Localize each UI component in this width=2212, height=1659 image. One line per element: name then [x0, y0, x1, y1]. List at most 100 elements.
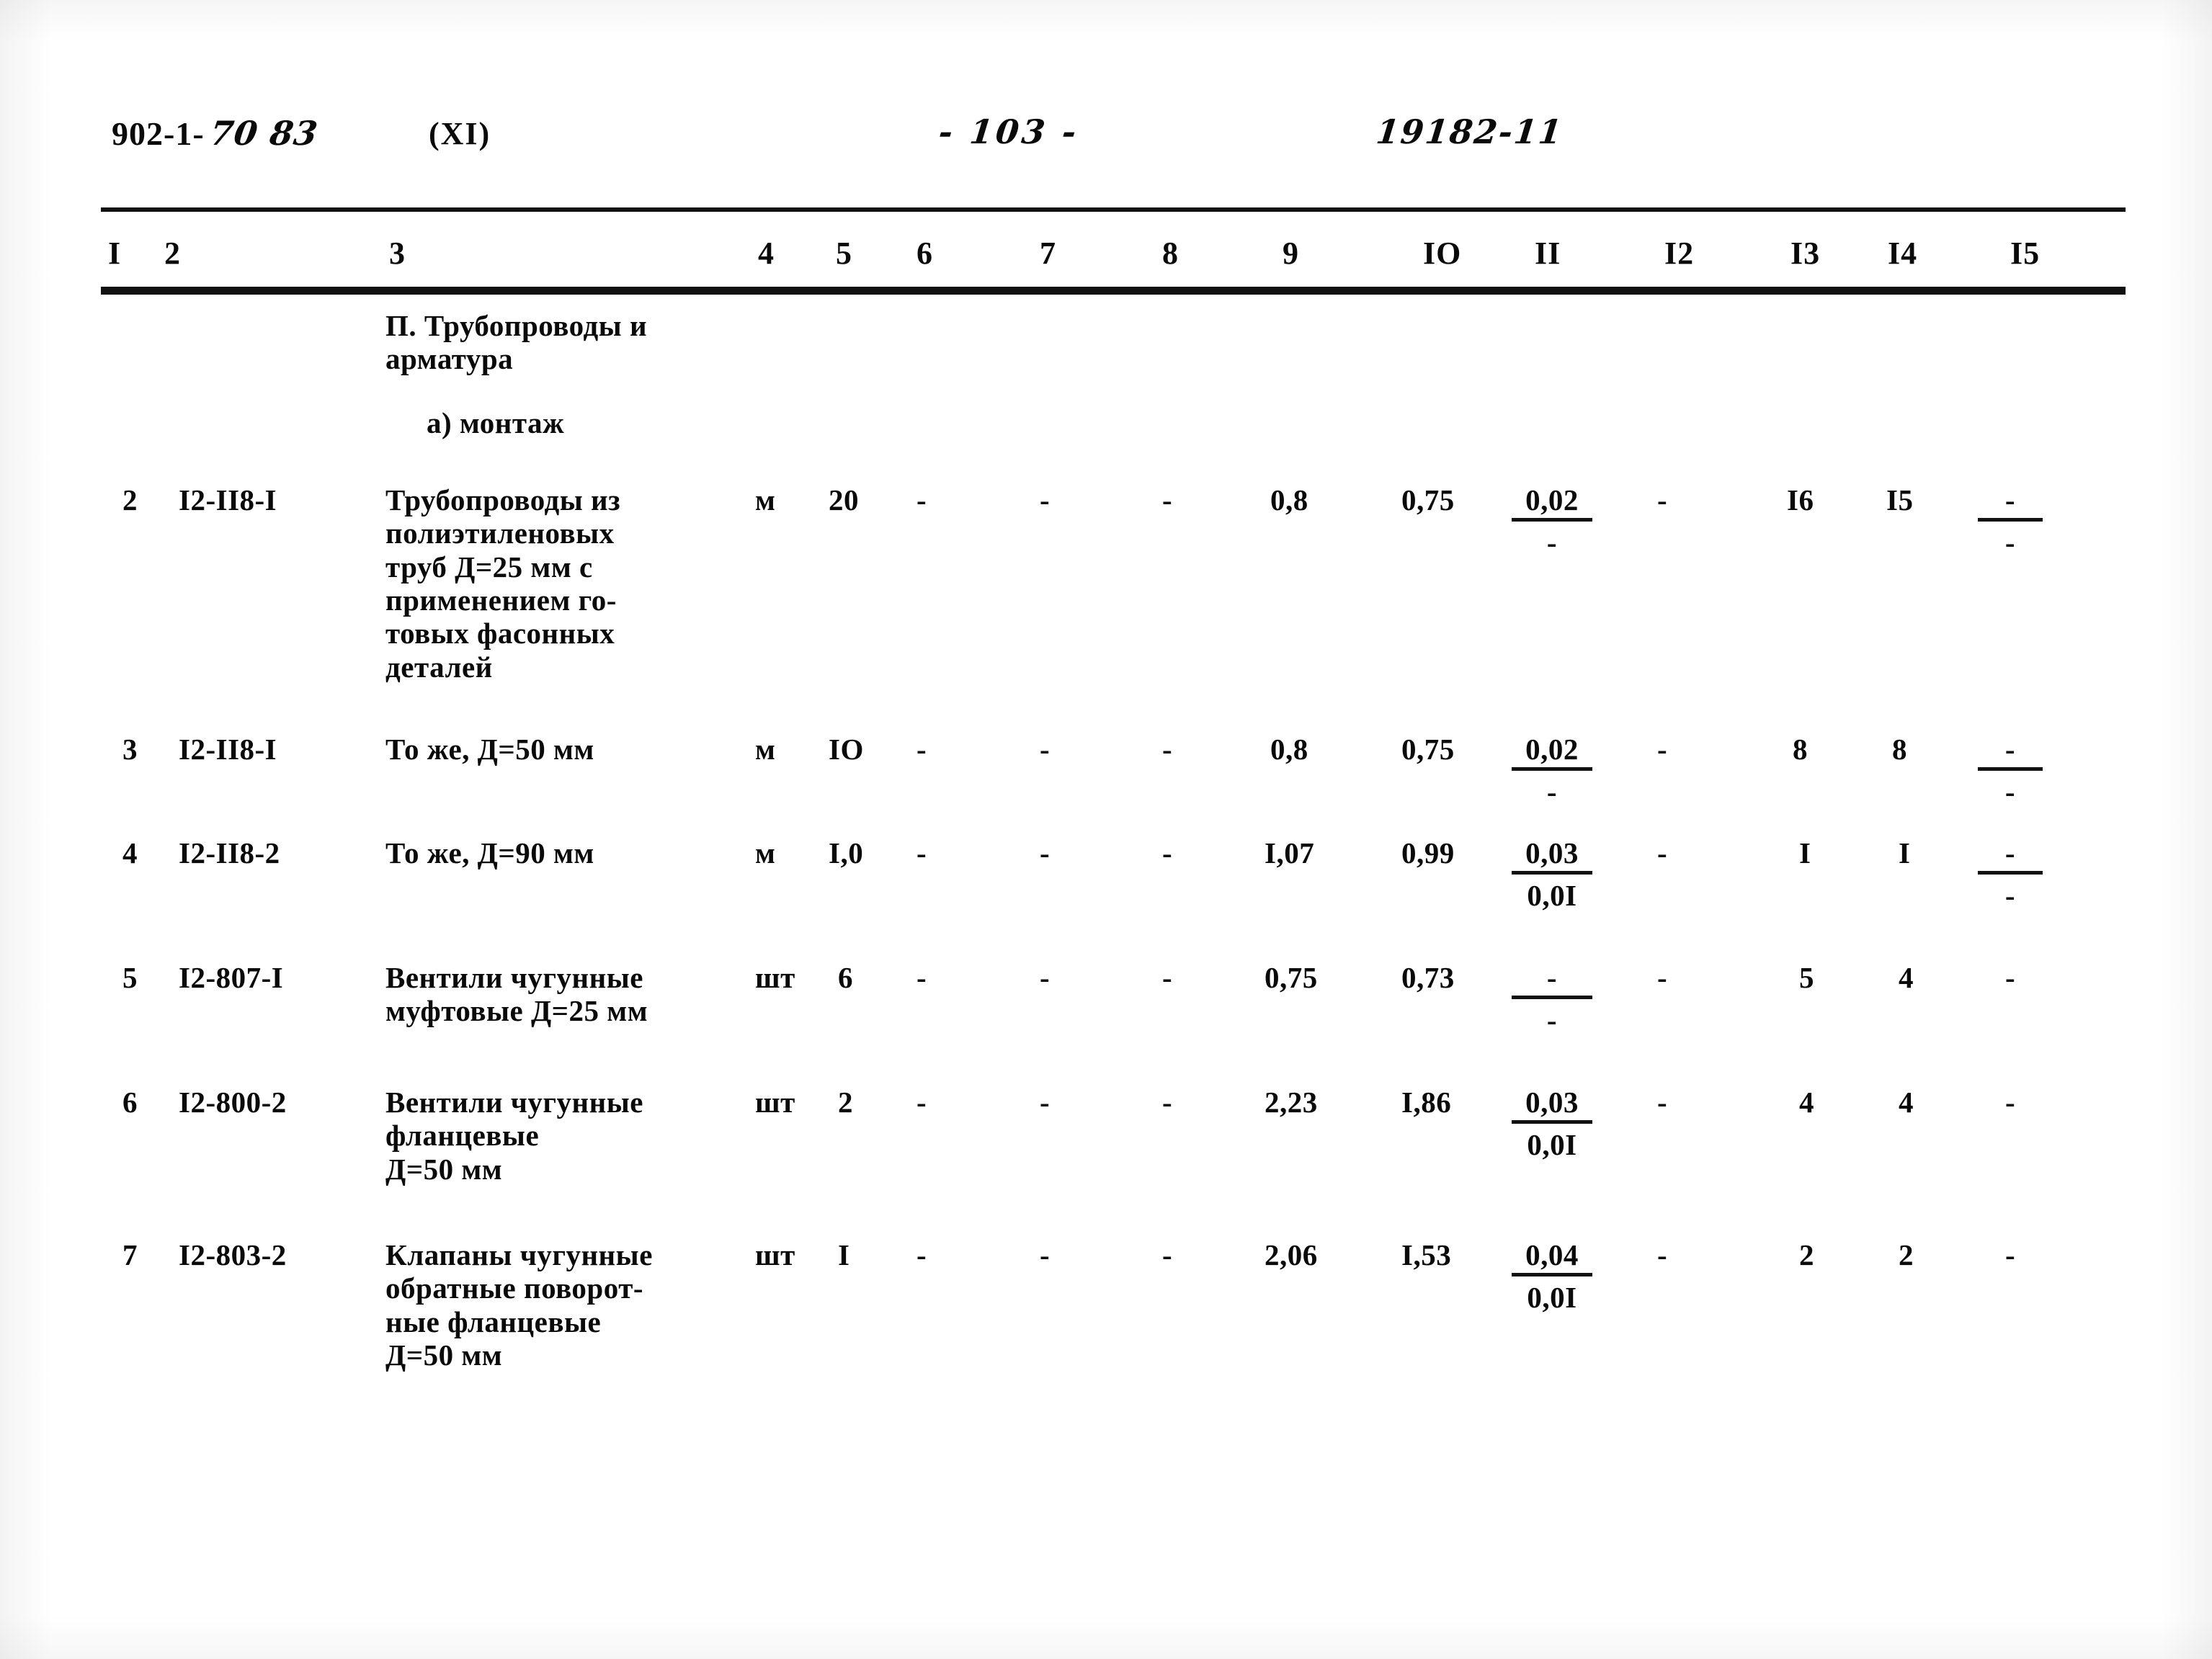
row-col13: I6: [1787, 483, 1814, 517]
row-col7: -: [1040, 483, 1050, 517]
row-col12: -: [1657, 836, 1667, 869]
row-col8: -: [1162, 733, 1172, 766]
row-col15-denominator: -: [2004, 879, 2016, 913]
column-number-8: 8: [1162, 236, 1179, 271]
row-col15: -: [2005, 961, 2015, 994]
row-col9: 2,23: [1265, 1086, 1318, 1119]
column-number-15: I5: [2010, 236, 2041, 271]
row-unit: м: [755, 836, 776, 869]
row-col9: 0,75: [1265, 961, 1318, 994]
row-col14: 8: [1892, 733, 1907, 766]
row-col15: - -: [1978, 733, 2043, 809]
row-col6: -: [917, 836, 927, 869]
row-position: 7: [122, 1238, 138, 1271]
row-name: Вентили чугунные муфтовые Д=25 мм: [385, 961, 648, 1028]
row-col15-numerator: -: [1978, 836, 2043, 875]
row-col10: I,53: [1401, 1238, 1452, 1271]
column-number-4: 4: [758, 236, 775, 271]
row-col12: -: [1657, 483, 1667, 517]
row-quantity: 6: [838, 961, 853, 994]
row-unit: м: [755, 483, 776, 517]
row-col9: I,07: [1265, 836, 1315, 869]
row-col11-numerator: 0,04: [1512, 1238, 1592, 1277]
series-code-handwritten: 70 83: [207, 114, 321, 153]
table-row: 5 I2-807-I Вентили чугунные муфтовые Д=2…: [0, 961, 2212, 1037]
row-code: I2-II8-2: [179, 836, 280, 869]
series-code: 902-1-70 83: [112, 114, 321, 153]
column-number-3: 3: [389, 236, 406, 271]
row-col9: 2,06: [1265, 1238, 1318, 1271]
row-col11-denominator: 0,0I: [1527, 1281, 1577, 1315]
volume-label: (XI): [429, 116, 491, 151]
row-col6: -: [917, 733, 927, 766]
row-col8: -: [1162, 1238, 1172, 1271]
row-col13: 2: [1799, 1238, 1814, 1271]
column-number-1: I: [108, 236, 122, 271]
row-col6: -: [917, 961, 927, 994]
column-number-6: 6: [917, 236, 933, 271]
subsection-title: а) монтаж: [427, 406, 565, 439]
row-col8: -: [1162, 483, 1172, 517]
row-col11: 0,02 -: [1512, 733, 1592, 809]
row-col11: 0,02 -: [1512, 483, 1592, 560]
row-col11-numerator: 0,02: [1512, 483, 1592, 522]
column-number-11: II: [1535, 236, 1561, 271]
row-col8: -: [1162, 961, 1172, 994]
row-col12: -: [1657, 1238, 1667, 1271]
row-code: I2-800-2: [179, 1086, 287, 1119]
row-col11-numerator: 0,03: [1512, 836, 1592, 875]
row-name: Трубопроводы из полиэтиленовых труб Д=25…: [385, 483, 621, 684]
row-col15: - -: [1978, 483, 2043, 560]
row-col7: -: [1040, 836, 1050, 869]
row-col13: 8: [1793, 733, 1808, 766]
row-quantity: I,0: [829, 836, 864, 869]
row-col15-numerator: -: [1978, 733, 2043, 772]
column-number-5: 5: [836, 236, 852, 271]
column-number-7: 7: [1040, 236, 1056, 271]
row-col10: 0,75: [1401, 483, 1455, 517]
row-name: Клапаны чугунные обратные поворот- ные ф…: [385, 1238, 653, 1372]
row-col6: -: [917, 1086, 927, 1119]
document-header: 902-1-70 83 (XI) - 103 - 19182-11: [0, 108, 2212, 180]
row-code: I2-II8-I: [179, 733, 277, 766]
row-col12: -: [1657, 961, 1667, 994]
row-col11-denominator: -: [1546, 526, 1558, 560]
row-code: I2-803-2: [179, 1238, 287, 1271]
row-col14: 2: [1899, 1238, 1914, 1271]
row-position: 4: [122, 836, 138, 869]
row-unit: шт: [755, 1086, 795, 1119]
column-number-14: I4: [1888, 236, 1918, 271]
row-col10: 0,75: [1401, 733, 1455, 766]
row-col10: 0,99: [1401, 836, 1455, 869]
row-col15-denominator: -: [2004, 526, 2016, 560]
row-unit: шт: [755, 961, 795, 994]
row-col11: 0,04 0,0I: [1512, 1238, 1592, 1315]
section-title: П. Трубопроводы и арматура: [385, 309, 648, 376]
column-number-13: I3: [1790, 236, 1821, 271]
row-col15-numerator: -: [1978, 483, 2043, 522]
row-name: То же, Д=90 мм: [385, 836, 594, 869]
row-col13: I: [1799, 836, 1811, 869]
row-col7: -: [1040, 733, 1050, 766]
row-col12: -: [1657, 733, 1667, 766]
row-col7: -: [1040, 1238, 1050, 1271]
row-col11-denominator: -: [1546, 775, 1558, 809]
row-col14: 4: [1899, 961, 1914, 994]
document-number: 19182-11: [1374, 112, 1565, 151]
row-col6: -: [917, 1238, 927, 1271]
row-col12: -: [1657, 1086, 1667, 1119]
row-col6: -: [917, 483, 927, 517]
row-unit: шт: [755, 1238, 795, 1271]
row-col15: -: [2005, 1086, 2015, 1119]
page-number: - 103 -: [937, 112, 1082, 151]
row-name: То же, Д=50 мм: [385, 733, 594, 766]
row-position: 5: [122, 961, 138, 994]
row-col11: 0,03 0,0I: [1512, 1086, 1592, 1162]
column-number-2: 2: [164, 236, 181, 271]
row-name: Вентили чугунные фланцевые Д=50 мм: [385, 1086, 644, 1186]
row-position: 2: [122, 483, 138, 517]
row-quantity: 20: [829, 483, 859, 517]
row-col8: -: [1162, 836, 1172, 869]
row-code: I2-II8-I: [179, 483, 277, 517]
row-position: 3: [122, 733, 138, 766]
